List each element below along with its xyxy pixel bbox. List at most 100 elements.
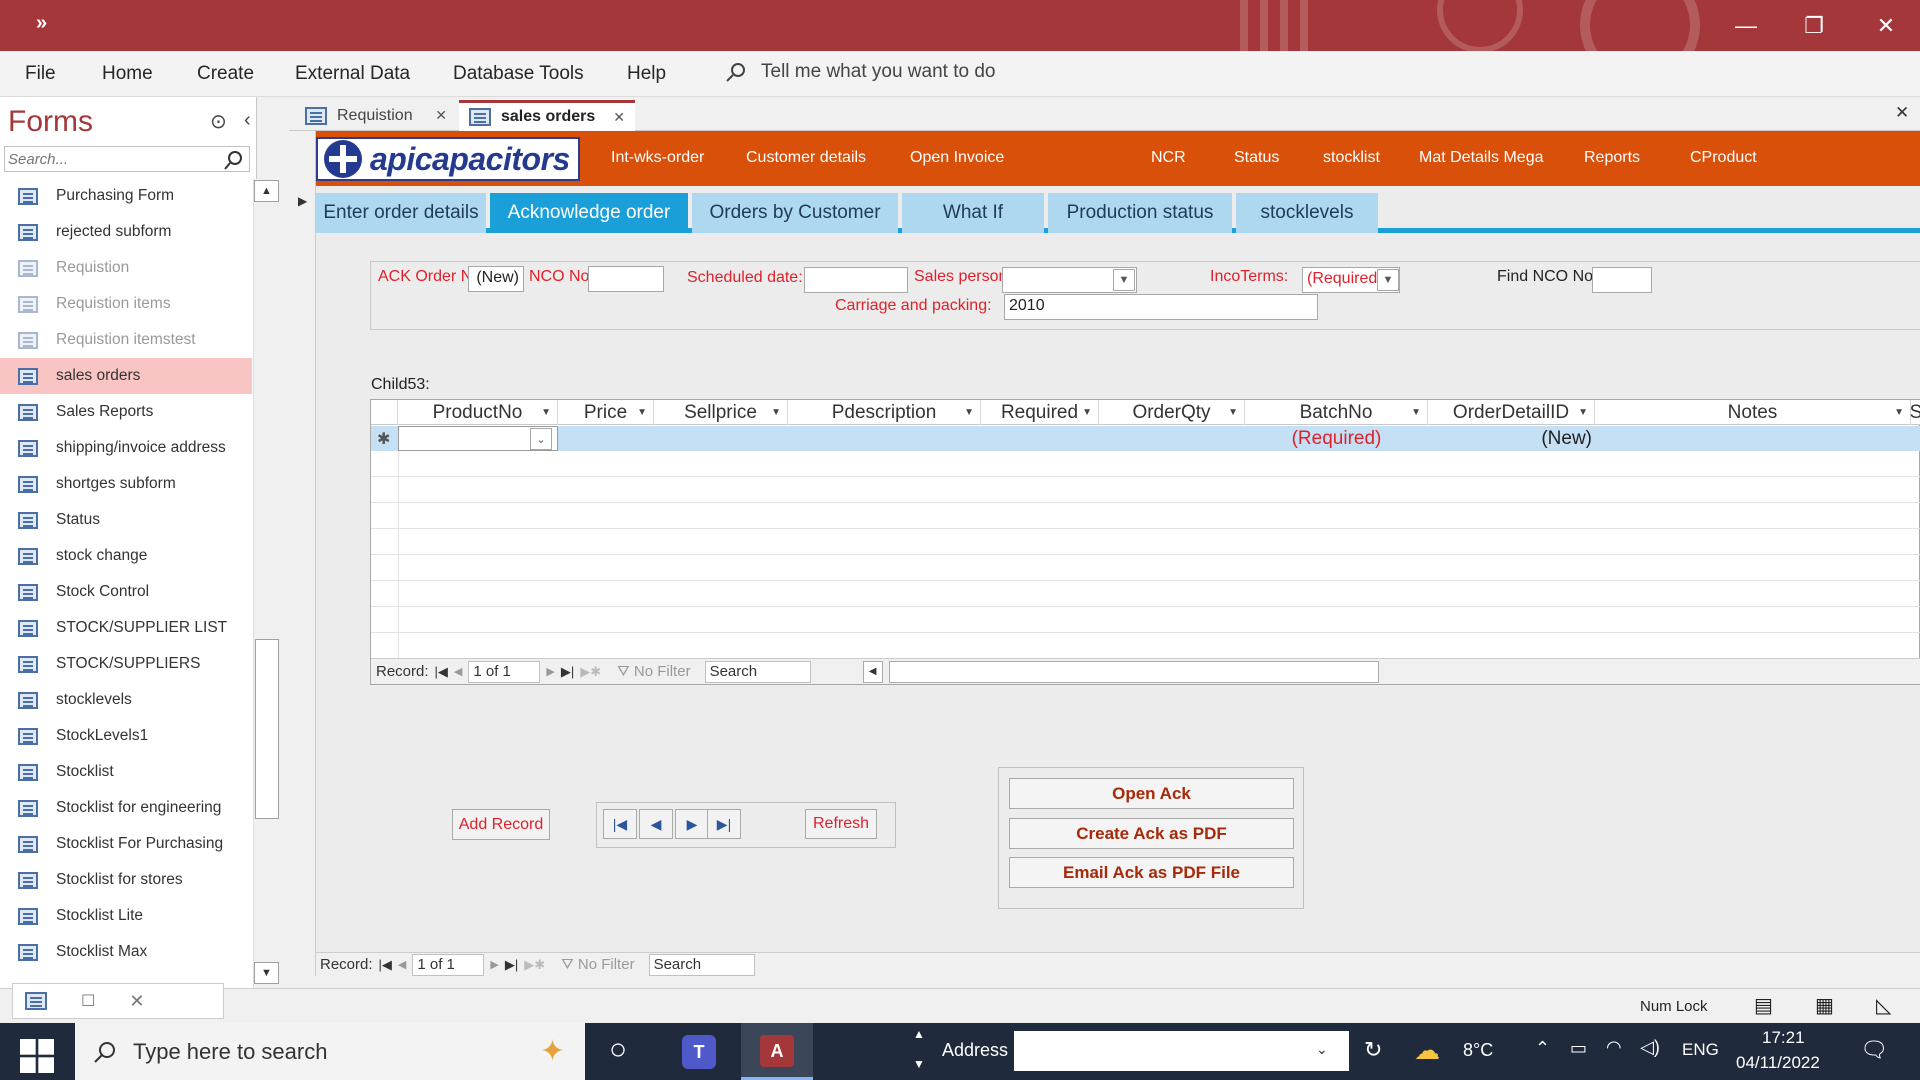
form-view-icon[interactable]: ▤: [1754, 993, 1773, 1018]
last-record-icon[interactable]: ▶|: [561, 664, 574, 680]
nav-item-stock-suppliers[interactable]: STOCK/SUPPLIERS: [0, 646, 252, 682]
chevron-down-icon[interactable]: ⌄: [1316, 1041, 1328, 1058]
record-position-field[interactable]: 1 of 1: [412, 953, 485, 976]
nav-search-input[interactable]: [5, 147, 217, 171]
search-icon[interactable]: [223, 149, 245, 171]
chevron-down-icon[interactable]: ▼: [1228, 407, 1238, 418]
taskbar-search-box[interactable]: Type here to search ✦: [75, 1023, 585, 1080]
link-int-wks-order[interactable]: Int-wks-order: [611, 149, 704, 167]
quick-access-toolbar-icon[interactable]: »: [36, 12, 47, 35]
orderdetailid-cell[interactable]: (New): [1428, 428, 1592, 450]
restore-button[interactable]: ❐: [1780, 0, 1848, 51]
tab-stocklevels[interactable]: stocklevels: [1236, 193, 1378, 233]
open-ack-button[interactable]: Open Ack: [1009, 778, 1294, 809]
nav-item-requistion-items[interactable]: Requistion items: [0, 286, 252, 322]
column-orderqty[interactable]: OrderQty ▼: [1099, 400, 1245, 425]
nav-item-stocklist-for-stores[interactable]: Stocklist for stores: [0, 862, 252, 898]
link-mat-details-mega[interactable]: Mat Details Mega: [1419, 149, 1544, 167]
chevron-down-icon[interactable]: ▼: [1377, 269, 1399, 291]
nav-item-sales-orders[interactable]: sales orders: [0, 358, 252, 394]
tab-orders-by-customer[interactable]: Orders by Customer: [692, 193, 898, 233]
menu-help[interactable]: Help: [627, 63, 666, 85]
scheduled-date-field[interactable]: [804, 267, 908, 293]
link-reports[interactable]: Reports: [1584, 149, 1640, 167]
design-view-icon[interactable]: ◺: [1876, 993, 1891, 1018]
refresh-button[interactable]: Refresh: [805, 809, 877, 839]
next-record-icon[interactable]: ▶: [490, 958, 498, 971]
column-s[interactable]: S: [1910, 400, 1920, 425]
nav-item-stocklist[interactable]: Stocklist: [0, 754, 252, 790]
language-indicator[interactable]: ENG: [1682, 1040, 1719, 1060]
new-record-row[interactable]: ✱ ⌄ (Required) (New): [371, 426, 1920, 451]
close-tab-icon[interactable]: ✕: [613, 109, 625, 126]
link-cproduct[interactable]: CProduct: [1690, 149, 1757, 167]
nav-item-stock-control[interactable]: Stock Control: [0, 574, 252, 610]
chevron-down-icon[interactable]: ▼: [637, 407, 647, 418]
scroll-down-icon[interactable]: ▼: [913, 1057, 925, 1071]
nav-item-shortges-subform[interactable]: shortges subform: [0, 466, 252, 502]
tab-production-status[interactable]: Production status: [1048, 193, 1232, 233]
email-ack-pdf-button[interactable]: Email Ack as PDF File: [1009, 857, 1294, 888]
chevron-down-icon[interactable]: ▼: [1411, 407, 1421, 418]
column-notes[interactable]: Notes ▼: [1595, 400, 1911, 425]
column-required[interactable]: Required ▼: [981, 400, 1099, 425]
no-filter-toggle[interactable]: ⛛ No Filter: [561, 956, 634, 973]
new-record-icon[interactable]: ▶✱: [580, 664, 601, 680]
previous-record-icon[interactable]: ◀: [454, 665, 462, 678]
battery-icon[interactable]: ▭: [1570, 1038, 1587, 1059]
menu-database-tools[interactable]: Database Tools: [453, 63, 584, 85]
layout-view-icon[interactable]: ▦: [1815, 993, 1834, 1018]
last-record-button[interactable]: ▶|: [707, 809, 741, 839]
chevron-down-icon[interactable]: ▼: [1578, 407, 1588, 418]
volume-icon[interactable]: ◁): [1640, 1037, 1660, 1058]
nav-item-stocklist-for-engineering[interactable]: Stocklist for engineering: [0, 790, 252, 826]
scroll-down-icon[interactable]: ▼: [254, 962, 279, 984]
main-search-box[interactable]: Search: [648, 953, 755, 976]
clock-time[interactable]: 17:21: [1762, 1028, 1805, 1048]
nav-item-stocklist-max[interactable]: Stocklist Max: [0, 934, 252, 970]
chevron-down-icon[interactable]: ▼: [541, 407, 551, 418]
menu-create[interactable]: Create: [197, 63, 254, 85]
create-ack-pdf-button[interactable]: Create Ack as PDF: [1009, 818, 1294, 849]
close-tab-icon[interactable]: ✕: [435, 107, 447, 124]
nav-item-requistion[interactable]: Requistion: [0, 250, 252, 286]
tab-enter-order-details[interactable]: Enter order details: [316, 193, 486, 233]
column-price[interactable]: Price ▼: [558, 400, 654, 425]
chevron-down-icon[interactable]: ▼: [1113, 269, 1135, 291]
nav-item-requistion-itemstest[interactable]: Requistion itemstest: [0, 322, 252, 358]
nav-item-purchasing-form[interactable]: Purchasing Form: [0, 178, 252, 214]
link-open-invoice[interactable]: Open Invoice: [910, 149, 1004, 167]
link-customer-details[interactable]: Customer details: [746, 149, 866, 167]
scroll-thumb[interactable]: [255, 639, 279, 819]
nav-item-sales-reports[interactable]: Sales Reports: [0, 394, 252, 430]
windows-start-icon[interactable]: [20, 1039, 54, 1073]
new-record-icon[interactable]: ▶✱: [524, 957, 545, 973]
column-orderdetailid[interactable]: OrderDetailID ▼: [1428, 400, 1595, 425]
minimize-button[interactable]: —: [1712, 0, 1780, 51]
column-batchno[interactable]: BatchNo ▼: [1245, 400, 1428, 425]
close-document-icon[interactable]: ✕: [1895, 103, 1909, 123]
collapse-pane-icon[interactable]: ‹: [244, 109, 251, 132]
nav-item-stock-supplier-list[interactable]: STOCK/SUPPLIER LIST: [0, 610, 252, 646]
column-productno[interactable]: ProductNo ▼: [398, 400, 558, 425]
doc-tab-sales-orders[interactable]: sales orders ✕: [459, 100, 635, 131]
nav-item-rejected-subform[interactable]: rejected subform: [0, 214, 252, 250]
doc-tab-requistion[interactable]: Requistion ✕: [295, 100, 457, 131]
find-nco-field[interactable]: [1592, 267, 1652, 293]
select-all-corner[interactable]: [371, 400, 398, 425]
nco-field[interactable]: [588, 266, 664, 292]
show-hidden-icons[interactable]: ⌃: [1535, 1038, 1550, 1059]
minimized-window-thumb[interactable]: ☐ ✕: [12, 983, 224, 1019]
nav-item-stocklist-lite[interactable]: Stocklist Lite: [0, 898, 252, 934]
chevron-down-icon[interactable]: ▼: [1894, 407, 1904, 418]
scroll-up-icon[interactable]: ▲: [913, 1027, 925, 1041]
scroll-left-icon[interactable]: ◀: [862, 660, 883, 683]
previous-record-icon[interactable]: ◀: [398, 958, 406, 971]
nav-item-status[interactable]: Status: [0, 502, 252, 538]
maximize-icon[interactable]: ☐: [81, 991, 95, 1011]
next-record-icon[interactable]: ▶: [546, 665, 554, 678]
chevron-down-icon[interactable]: ▼: [964, 407, 974, 418]
column-sellprice[interactable]: Sellprice ▼: [654, 400, 788, 425]
nav-item-shipping-invoice-address[interactable]: shipping/invoice address: [0, 430, 252, 466]
tell-me-box[interactable]: Tell me what you want to do: [725, 61, 995, 83]
